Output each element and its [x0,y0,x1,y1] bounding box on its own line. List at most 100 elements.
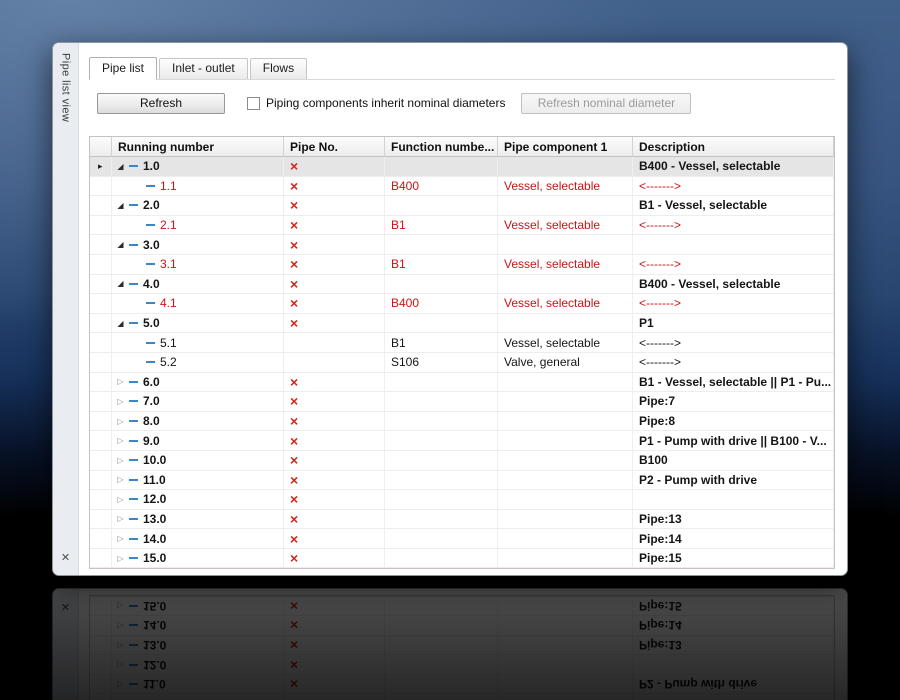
tree-toggle-icon[interactable]: ▷ [114,554,127,563]
function-number [385,470,498,490]
pipe-component [498,509,633,529]
table-row[interactable]: ▷ 11.0 × P2 - Pump with drive [90,470,834,491]
tree-toggle-icon[interactable]: ◢ [114,201,127,210]
checkbox-box[interactable] [247,96,260,110]
table-row[interactable]: ▷ 8.0 × Pipe:8 [90,411,834,432]
tree-toggle-icon[interactable]: ▷ [114,475,127,484]
refresh-nominal-diameter-button[interactable]: Refresh nominal diameter [521,92,692,114]
function-number [385,196,498,215]
tree-toggle-icon[interactable]: ▷ [114,417,127,426]
description: Pipe:15 [633,548,834,568]
tree-dash-icon [129,439,138,442]
description: B400 - Vessel, selectable [633,157,834,176]
table-row[interactable]: 5.2 S106 Valve, general <-------> [90,352,834,373]
col-header-pipe-no[interactable]: Pipe No. [284,137,385,156]
description: Pipe:7 [633,392,834,411]
tree-toggle-icon[interactable]: ▷ [114,377,127,386]
col-header-running-number[interactable]: Running number [112,137,284,156]
tree-toggle-icon[interactable]: ◢ [114,162,127,171]
tree-dash-icon [146,341,155,344]
table-row[interactable]: ▷ 10.0 × B100 [90,450,834,471]
running-number: 2.1 [160,218,177,233]
running-number: 5.1 [160,335,177,350]
error-x-icon: × [290,550,299,567]
desktop-background: Pipe list view ✕ Pipe list Inlet - outle… [0,0,900,700]
tree-toggle-icon[interactable]: ▷ [114,397,127,406]
tree-toggle-icon[interactable]: ▷ [114,534,127,543]
table-row[interactable]: ◢ 2.0 × B1 - Vessel, selectable [90,196,834,216]
table-row[interactable]: 3.1 × B1 Vessel, selectable <-------> [90,254,834,275]
pipe-component [498,392,633,411]
tree-dash-icon [129,537,138,540]
error-x-icon: × [290,491,299,508]
table-row[interactable]: 5.1 B1 Vessel, selectable <-------> [90,333,834,353]
tab-flows[interactable]: Flows [249,58,308,79]
table-row[interactable]: ▷ 7.0 × Pipe:7 [90,392,834,412]
error-x-icon: × [290,315,299,332]
col-header-pipe-component[interactable]: Pipe component 1 [498,137,633,156]
description: <-------> [633,215,834,235]
description: B1 - Vessel, selectable || P1 - Pu... [633,372,834,392]
function-number [385,509,498,529]
running-number: 3.1 [160,257,177,272]
tree-toggle-icon[interactable]: ◢ [114,240,127,249]
tree-toggle-icon[interactable]: ▷ [114,495,127,504]
running-number: 5.2 [160,355,177,370]
running-number: 1.0 [143,159,160,174]
table-row[interactable]: ▷ 12.0 × [90,490,834,510]
table-row[interactable]: ▷ 6.0 × B1 - Vessel, selectable || P1 - … [90,372,834,393]
table-row[interactable]: ▸ ◢ 1.0 × B400 - Vessel, selectable [90,157,834,177]
function-number [385,548,498,568]
tree-dash-icon [129,400,138,403]
function-number [385,274,498,294]
error-x-icon: × [290,432,299,449]
tree-dash-icon [129,165,138,168]
tree-dash-icon [129,243,138,246]
table-row[interactable]: ◢ 4.0 × B400 - Vessel, selectable [90,274,834,295]
tab-inlet-outlet[interactable]: Inlet - outlet [159,58,248,79]
pipe-component [498,529,633,548]
tree-toggle-icon[interactable]: ▷ [114,456,127,465]
tree-toggle-icon[interactable]: ◢ [114,319,127,328]
description: <-------> [633,352,834,372]
col-header-function-number[interactable]: Function numbe... [385,137,498,156]
col-header-description[interactable]: Description [633,137,834,156]
running-number: 4.0 [143,276,160,291]
tree-toggle-icon[interactable]: ◢ [114,279,127,288]
panel-title-vertical: Pipe list view [59,53,72,123]
error-x-icon: × [290,275,299,292]
panel-content: Pipe list Inlet - outlet Flows Refresh P… [79,43,847,575]
description: P1 - Pump with drive || B100 - V... [633,431,834,450]
description: Pipe:14 [633,529,834,548]
table-row[interactable]: ▷ 15.0 × Pipe:15 [90,548,834,568]
inherit-diameters-checkbox[interactable]: Piping components inherit nominal diamet… [247,96,505,110]
error-x-icon: × [290,177,299,194]
description: Pipe:13 [633,509,834,529]
error-x-icon: × [290,217,299,234]
function-number [385,313,498,333]
table-body: ▸ ◢ 1.0 × B400 - Vessel, selectable 1.1 … [90,157,834,568]
error-x-icon: × [290,295,299,312]
table-row[interactable]: ▷ 13.0 × Pipe:13 [90,509,834,530]
tree-dash-icon [146,361,155,364]
tree-dash-icon [129,420,138,423]
table-row[interactable]: 1.1 × B400 Vessel, selectable <-------> [90,176,834,197]
tree-toggle-icon[interactable]: ▷ [114,514,127,523]
running-number: 6.0 [143,374,160,389]
running-number: 3.0 [143,237,160,252]
function-number: B1 [385,333,498,352]
refresh-button[interactable]: Refresh [97,92,225,114]
tab-pipe-list[interactable]: Pipe list [89,57,158,80]
tree-toggle-icon[interactable]: ▷ [114,436,127,445]
table-row[interactable]: ▷ 9.0 × P1 - Pump with drive || B100 - V… [90,431,834,451]
table-row[interactable]: ◢ 5.0 × P1 [90,313,834,334]
error-x-icon: × [290,413,299,430]
table-row[interactable]: ◢ 3.0 × [90,235,834,255]
pipe-component [498,157,633,176]
table-row[interactable]: ▷ 14.0 × Pipe:14 [90,529,834,549]
error-x-icon: × [290,158,299,175]
table-row[interactable]: 4.1 × B400 Vessel, selectable <-------> [90,294,834,314]
function-number: S106 [385,352,498,372]
close-icon[interactable]: ✕ [53,551,78,564]
table-row[interactable]: 2.1 × B1 Vessel, selectable <-------> [90,215,834,236]
